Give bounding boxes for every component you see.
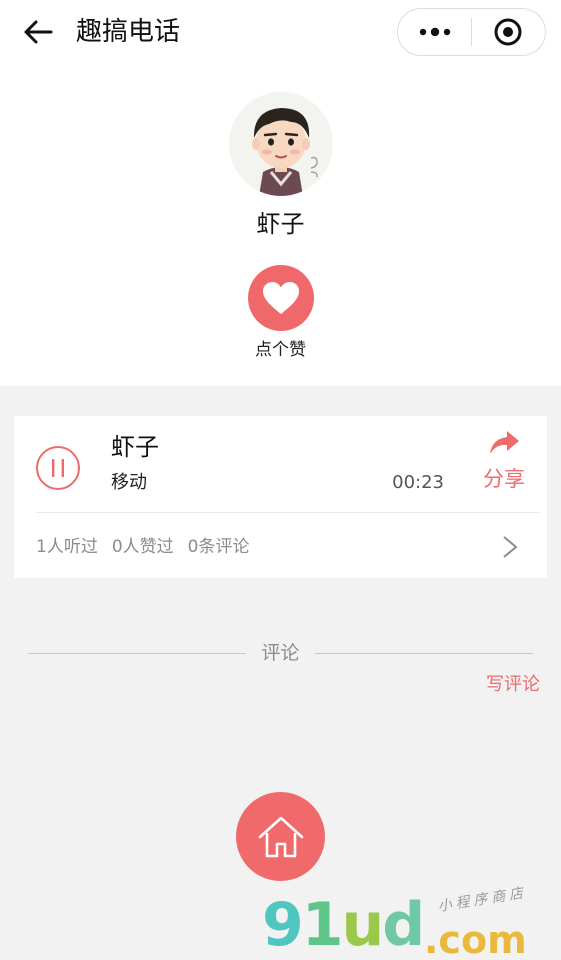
liked-count: 0人赞过	[111, 537, 174, 557]
like-button[interactable]	[248, 265, 314, 331]
write-comment-link[interactable]: 写评论	[460, 672, 540, 698]
heart-icon	[263, 282, 299, 314]
share-arrow-icon	[490, 431, 519, 454]
share-label: 分享	[483, 467, 525, 491]
arrow-left-icon	[24, 20, 53, 44]
call-record-card: 虾子 移动 00:23 分享 1人听过 0人赞过 0条评论	[14, 416, 547, 578]
profile-section: 虾子 点个赞	[0, 64, 561, 386]
call-stats: 1人听过 0人赞过 0条评论	[36, 534, 249, 560]
card-divider	[36, 512, 539, 513]
call-carrier: 移动	[111, 472, 147, 493]
watermark-domain: .com	[424, 918, 527, 960]
pause-button[interactable]	[36, 446, 80, 490]
back-button[interactable]	[18, 14, 58, 50]
comments-rule-right	[315, 653, 533, 654]
comments-header: 评论	[28, 640, 533, 666]
navigation-bar: 趣搞电话	[0, 0, 561, 64]
home-button[interactable]	[236, 792, 325, 881]
watermark-logo: 91ud	[262, 890, 425, 960]
like-label: 点个赞	[255, 340, 306, 360]
mini-program-capsule	[397, 8, 546, 56]
listened-count: 1人听过	[36, 537, 98, 557]
comments-rule-left	[28, 653, 246, 654]
target-circle-icon	[494, 18, 522, 46]
watermark-tagline: 小程序商店	[436, 885, 529, 915]
pause-icon	[52, 459, 64, 477]
more-button[interactable]	[398, 9, 471, 55]
page-title: 趣搞电话	[76, 17, 181, 47]
cartoon-avatar-icon	[229, 92, 333, 196]
avatar	[229, 92, 333, 196]
call-duration: 00:23	[392, 472, 444, 493]
close-button[interactable]	[472, 9, 545, 55]
home-icon	[258, 816, 303, 857]
profile-name: 虾子	[256, 210, 305, 238]
share-button[interactable]: 分享	[476, 430, 532, 496]
comment-count: 0条评论	[187, 537, 250, 557]
call-name: 虾子	[111, 433, 159, 461]
comments-title: 评论	[261, 642, 300, 664]
more-dots-icon	[419, 27, 450, 37]
chevron-right-icon[interactable]	[500, 535, 520, 559]
